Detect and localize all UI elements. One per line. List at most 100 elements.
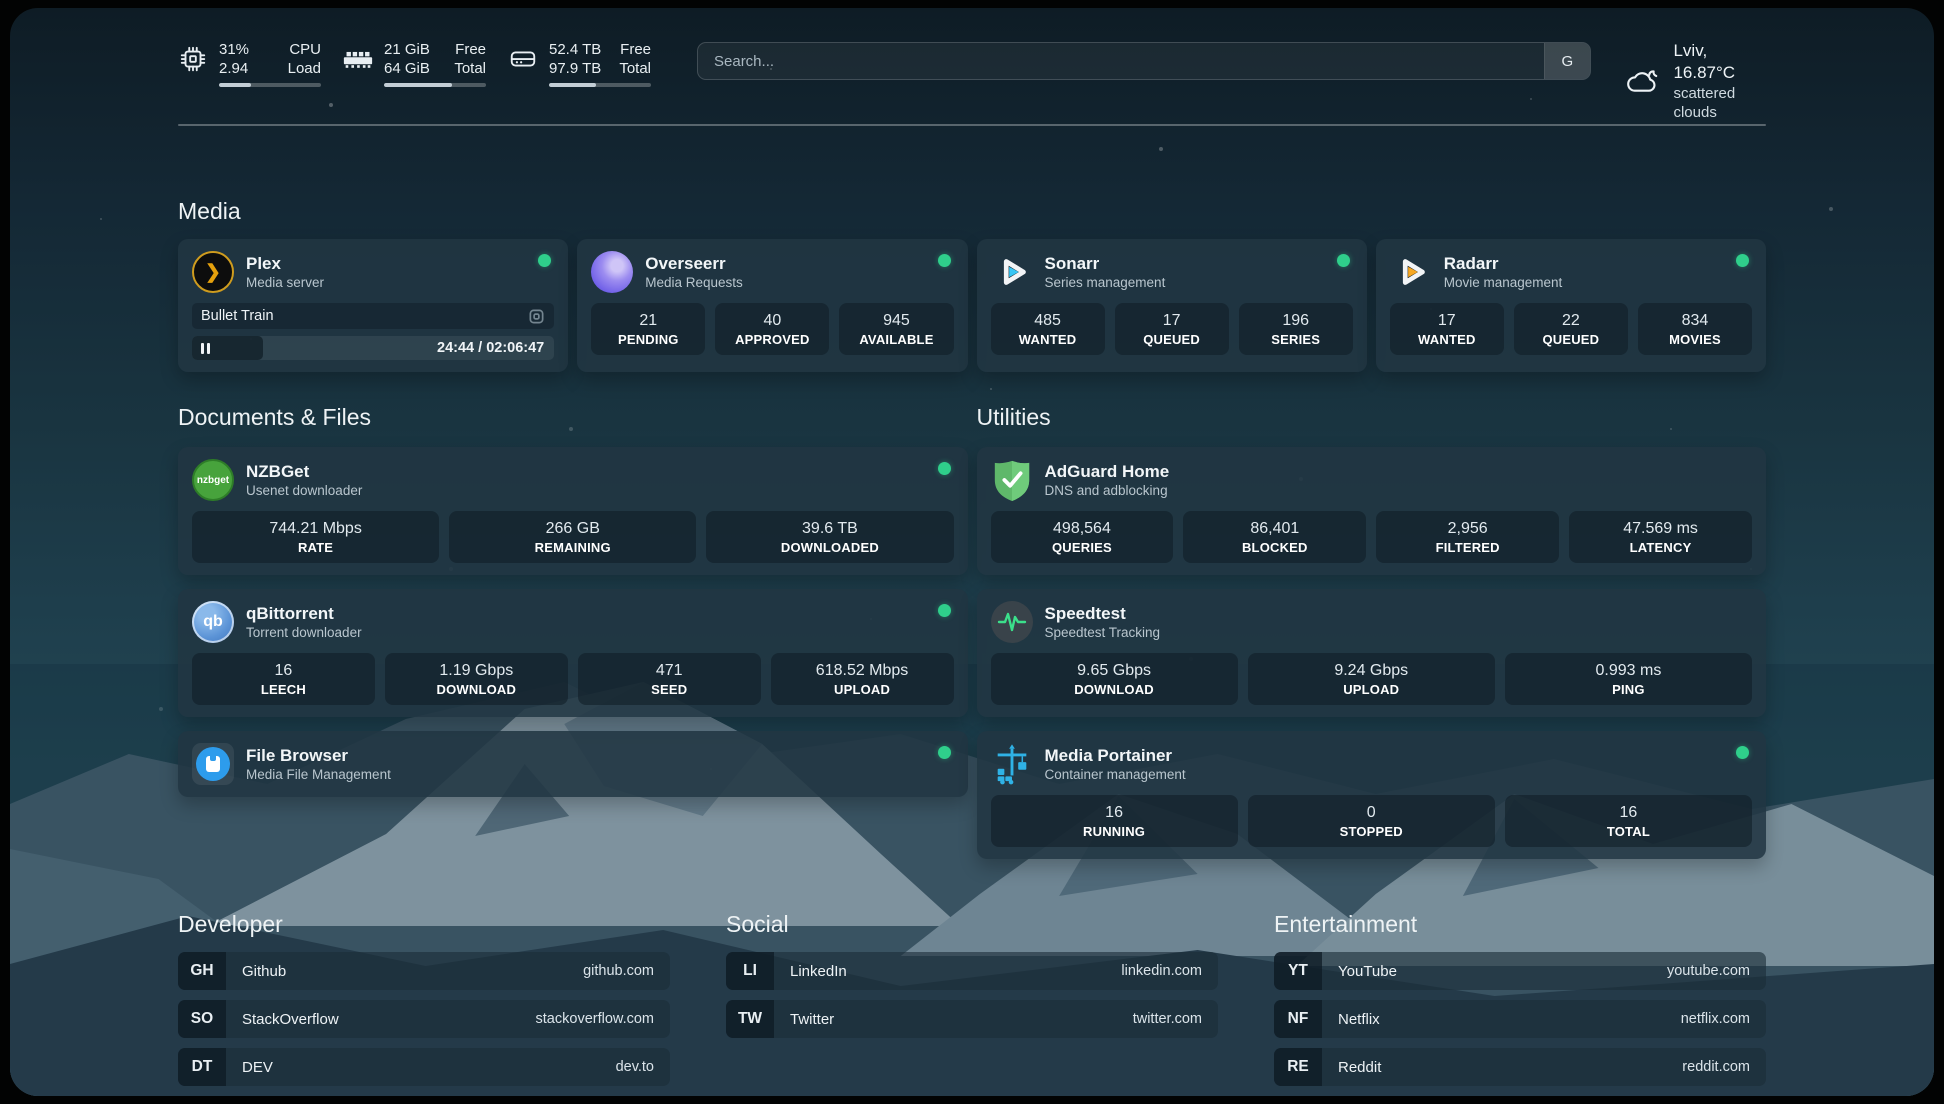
stat-label: PENDING (595, 332, 701, 347)
app-card-adguard[interactable]: AdGuard Home DNS and adblocking 498,564Q… (977, 447, 1767, 575)
weather-location: Lviv, 16.87°C (1673, 40, 1766, 84)
stat-label: SEED (582, 682, 757, 697)
stat-label: QUEUED (1119, 332, 1225, 347)
stat-value: 485 (995, 310, 1101, 331)
stat-label: MOVIES (1642, 332, 1748, 347)
stat-label: RATE (196, 540, 435, 555)
app-card-qbittorrent[interactable]: qb qBittorrent Torrent downloader 16LEEC… (178, 589, 968, 717)
documents-column: Documents & Files nzbget NZBGet Usenet d… (178, 372, 968, 797)
app-card-nzbget[interactable]: nzbget NZBGet Usenet downloader 744.21 M… (178, 447, 968, 575)
bookmark-name: Reddit (1322, 1048, 1682, 1086)
stat-label: DOWNLOAD (995, 682, 1234, 697)
playback-progress: 24:44 / 02:06:47 (192, 336, 554, 360)
stats-row: 498,564QUERIES86,401BLOCKED2,956FILTERED… (991, 511, 1753, 563)
stat-box: 266 GBREMAINING (449, 511, 696, 563)
app-card-radarr[interactable]: Radarr Movie management 17WANTED22QUEUED… (1376, 239, 1766, 372)
bookmark-name: Twitter (774, 1000, 1133, 1038)
bookmark-name: DEV (226, 1048, 616, 1086)
bookmark-row[interactable]: GHGithubgithub.com (178, 952, 670, 990)
bookmark-row[interactable]: TWTwittertwitter.com (726, 1000, 1218, 1038)
app-title: Plex (246, 253, 324, 274)
stat-label: REMAINING (453, 540, 692, 555)
stat-label: RUNNING (995, 824, 1234, 839)
disk-monitor: 52.4 TB 97.9 TB Free Total (508, 38, 651, 87)
pause-button[interactable] (201, 343, 210, 354)
stat-value: 40 (719, 310, 825, 331)
bookmark-row[interactable]: LILinkedInlinkedin.com (726, 952, 1218, 990)
bookmark-url: stackoverflow.com (536, 1000, 670, 1038)
app-card-filebrowser[interactable]: File Browser Media File Management (178, 731, 968, 797)
stat-box: 2,956FILTERED (1376, 511, 1559, 563)
nzbget-icon: nzbget (192, 459, 234, 501)
bookmark-row[interactable]: NFNetflixnetflix.com (1274, 1000, 1766, 1038)
stat-label: WANTED (1394, 332, 1500, 347)
status-dot (938, 746, 951, 759)
cpu-monitor: 31% 2.94 CPU Load (178, 38, 321, 87)
stat-box: 16RUNNING (991, 795, 1238, 847)
stats-row: 17WANTED22QUEUED834MOVIES (1390, 303, 1752, 355)
section-title-developer: Developer (178, 911, 670, 938)
section-title-entertainment: Entertainment (1274, 911, 1766, 938)
stat-label: DOWNLOADED (710, 540, 949, 555)
app-subtitle: Series management (1045, 274, 1166, 291)
stat-box: 16TOTAL (1505, 795, 1752, 847)
memory-free-label: Free (454, 40, 486, 59)
stat-box: 9.65 GbpsDOWNLOAD (991, 653, 1238, 705)
search-engine-button[interactable]: G (1544, 43, 1590, 79)
bookmark-row[interactable]: SOStackOverflowstackoverflow.com (178, 1000, 670, 1038)
bookmark-url: reddit.com (1682, 1048, 1766, 1086)
app-card-speedtest[interactable]: Speedtest Speedtest Tracking 9.65 GbpsDO… (977, 589, 1767, 717)
topbar-divider (178, 124, 1766, 126)
drive-icon (508, 44, 538, 74)
search-bar: G (697, 42, 1591, 80)
media-grid: ❯ Plex Media server Bullet Train (178, 239, 1766, 372)
utilities-column: Utilities AdGuard Home DNS and adblock (977, 372, 1767, 859)
nzbget-icon-text: nzbget (197, 475, 229, 486)
app-card-overseerr[interactable]: Overseerr Media Requests 21PENDING40APPR… (577, 239, 967, 372)
bookmark-row[interactable]: RERedditreddit.com (1274, 1048, 1766, 1086)
app-subtitle: Usenet downloader (246, 482, 362, 499)
stat-value: 16 (995, 802, 1234, 823)
bookmark-badge: TW (726, 1000, 774, 1038)
stat-box: 1.19 GbpsDOWNLOAD (385, 653, 568, 705)
stat-value: 47.569 ms (1573, 518, 1748, 539)
status-dot (1337, 254, 1350, 267)
bookmark-url: netflix.com (1681, 1000, 1766, 1038)
now-playing-modal-icon[interactable] (528, 308, 545, 325)
stat-value: 498,564 (995, 518, 1170, 539)
stat-label: SERIES (1243, 332, 1349, 347)
status-dot (938, 604, 951, 617)
app-card-sonarr[interactable]: Sonarr Series management 485WANTED17QUEU… (977, 239, 1367, 372)
bookmark-url: twitter.com (1133, 1000, 1218, 1038)
stat-value: 266 GB (453, 518, 692, 539)
app-card-portainer[interactable]: Media Portainer Container management 16R… (977, 731, 1767, 859)
bookmark-column-social: Social LILinkedInlinkedin.comTWTwittertw… (726, 911, 1218, 1096)
qbittorrent-icon-text: qb (203, 613, 223, 631)
search-input[interactable] (698, 43, 1544, 79)
app-title: Media Portainer (1045, 745, 1186, 766)
app-subtitle: Speedtest Tracking (1045, 624, 1161, 641)
app-card-plex[interactable]: ❯ Plex Media server Bullet Train (178, 239, 568, 372)
disk-usage-bar (549, 83, 651, 87)
app-subtitle: Movie management (1444, 274, 1563, 291)
bookmark-name: Github (226, 952, 583, 990)
status-dot (1736, 746, 1749, 759)
stat-label: UPLOAD (775, 682, 950, 697)
stat-box: 834MOVIES (1638, 303, 1752, 355)
stat-value: 21 (595, 310, 701, 331)
filebrowser-icon (192, 743, 234, 785)
weather-widget[interactable]: Lviv, 16.87°C scattered clouds (1625, 40, 1766, 122)
memory-monitor: 21 GiB 64 GiB Free Total (343, 38, 486, 87)
bookmark-row[interactable]: DTDEVdev.to (178, 1048, 670, 1086)
bookmark-name: StackOverflow (226, 1000, 536, 1038)
app-title: Radarr (1444, 253, 1563, 274)
stat-box: 744.21 MbpsRATE (192, 511, 439, 563)
memory-total-label: Total (454, 59, 486, 78)
bookmark-row[interactable]: YTYouTubeyoutube.com (1274, 952, 1766, 990)
stat-label: AVAILABLE (843, 332, 949, 347)
app-title: Speedtest (1045, 603, 1161, 624)
bookmark-badge: YT (1274, 952, 1322, 990)
stat-box: 16LEECH (192, 653, 375, 705)
stat-label: LEECH (196, 682, 371, 697)
status-dot (1736, 254, 1749, 267)
